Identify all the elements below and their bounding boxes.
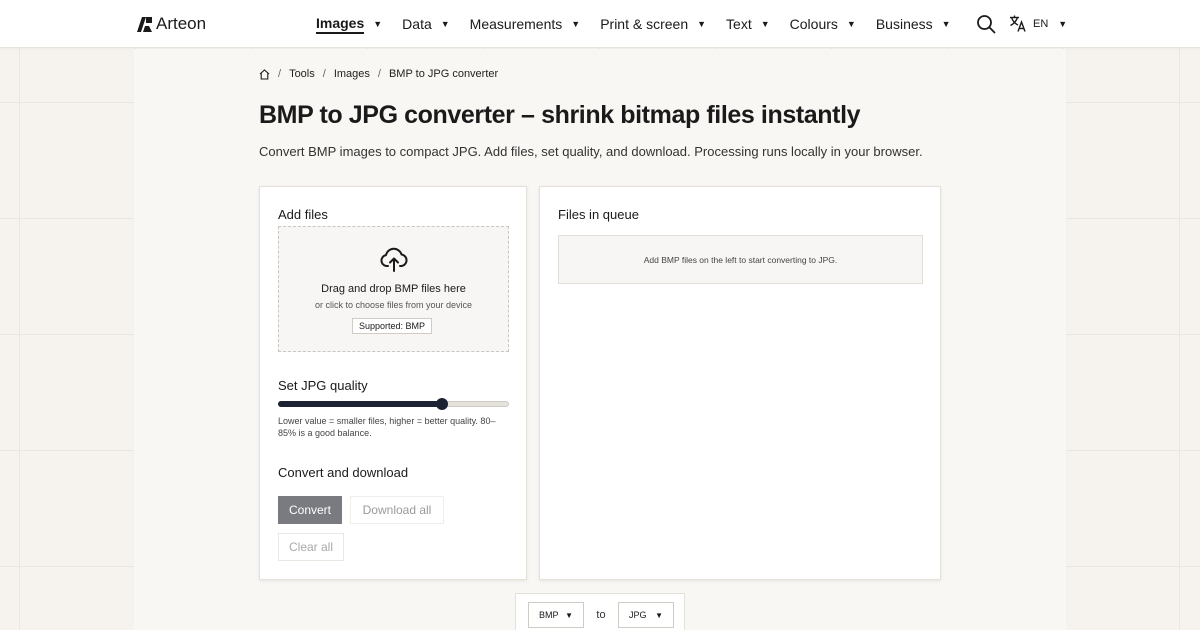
format-selector-bar: BMP ▼ to JPG ▼ [515,593,685,630]
home-icon[interactable] [259,68,270,80]
breadcrumb-tools[interactable]: Tools [289,68,315,80]
menu-item-label: Images [316,15,365,34]
dropzone-subtitle: or click to choose files from your devic… [314,300,473,310]
breadcrumb-separator: / [377,68,381,80]
queue-panel: Files in queue Add BMP files on the left… [539,186,941,580]
slider-fill [278,401,442,407]
quality-heading: Set JPG quality [278,378,368,393]
caret-down-icon: ▼ [565,610,573,620]
menu-item-data[interactable]: Data ▼ [402,16,450,32]
page-intro: Convert BMP images to compact JPG. Add f… [259,144,923,159]
menu-item-images[interactable]: Images ▼ [316,15,382,34]
caret-down-icon: ▼ [697,19,707,29]
add-files-heading: Add files [278,207,328,222]
quality-slider[interactable] [278,398,509,410]
brand-logo-icon [137,16,152,32]
language-selector[interactable]: EN ▼ [1009,15,1067,32]
format-to-label: to [596,609,606,621]
translate-icon [1010,15,1026,32]
caret-down-icon: ▼ [373,19,383,29]
breadcrumb-current: BMP to JPG converter [388,68,499,80]
menu-item-label: Measurements [469,16,563,32]
menu-item-colours[interactable]: Colours ▼ [790,16,856,32]
source-format-value: BMP [539,610,559,620]
search-icon [977,15,996,34]
menu-item-measurements[interactable]: Measurements ▼ [470,16,581,32]
dropzone-title: Drag and drop BMP files here [321,283,466,295]
queue-empty-state: Add BMP files on the left to start conve… [558,235,923,284]
breadcrumb-separator: / [322,68,326,80]
language-code: EN [1033,17,1049,30]
target-format-select[interactable]: JPG ▼ [618,602,674,628]
caret-down-icon: ▼ [655,610,663,620]
menu-item-label: Text [726,16,752,32]
breadcrumb: / Tools / Images / BMP to JPG converter [259,68,498,80]
quality-hint: Lower value = smaller files, higher = be… [278,416,496,438]
menu-item-business[interactable]: Business ▼ [876,16,951,32]
menu-item-label: Print & screen [600,16,689,32]
queue-empty-message: Add BMP files on the left to start conve… [643,254,838,265]
brand-logo[interactable]: Arteon [137,14,206,34]
main-menu: Images ▼ Data ▼ Measurements ▼ Print & s… [316,0,971,48]
menu-item-text[interactable]: Text ▼ [726,16,770,32]
download-all-button[interactable]: Download all [350,496,444,524]
caret-down-icon: ▼ [1058,18,1068,29]
top-navigation: Arteon Images ▼ Data ▼ Measurements ▼ Pr… [0,0,1200,48]
supported-formats-badge: Supported: BMP [352,318,433,334]
caret-down-icon: ▼ [941,19,951,29]
menu-item-print-screen[interactable]: Print & screen ▼ [600,16,706,32]
file-dropzone[interactable]: Drag and drop BMP files here or click to… [278,226,509,352]
converter-panel: Add files Drag and drop BMP files here o… [259,186,527,580]
source-format-select[interactable]: BMP ▼ [528,602,584,628]
brand-name: Arteon [156,14,207,33]
queue-heading: Files in queue [558,207,639,222]
menu-item-label: Colours [789,16,838,32]
slider-thumb[interactable] [436,398,448,410]
convert-button[interactable]: Convert [278,496,342,524]
breadcrumb-images[interactable]: Images [334,68,370,80]
breadcrumb-separator: / [278,68,282,80]
caret-down-icon: ▼ [760,19,770,29]
menu-item-label: Data [402,16,432,32]
caret-down-icon: ▼ [846,19,856,29]
cloud-upload-icon [380,247,408,272]
clear-all-button[interactable]: Clear all [278,533,344,561]
convert-heading: Convert and download [278,465,409,480]
target-format-value: JPG [629,610,647,620]
caret-down-icon: ▼ [440,19,450,29]
caret-down-icon: ▼ [571,19,581,29]
main-content: / Tools / Images / BMP to JPG converter … [134,49,1066,630]
menu-item-label: Business [875,16,933,32]
search-button[interactable] [976,14,996,34]
page-title: BMP to JPG converter – shrink bitmap fil… [259,101,861,129]
